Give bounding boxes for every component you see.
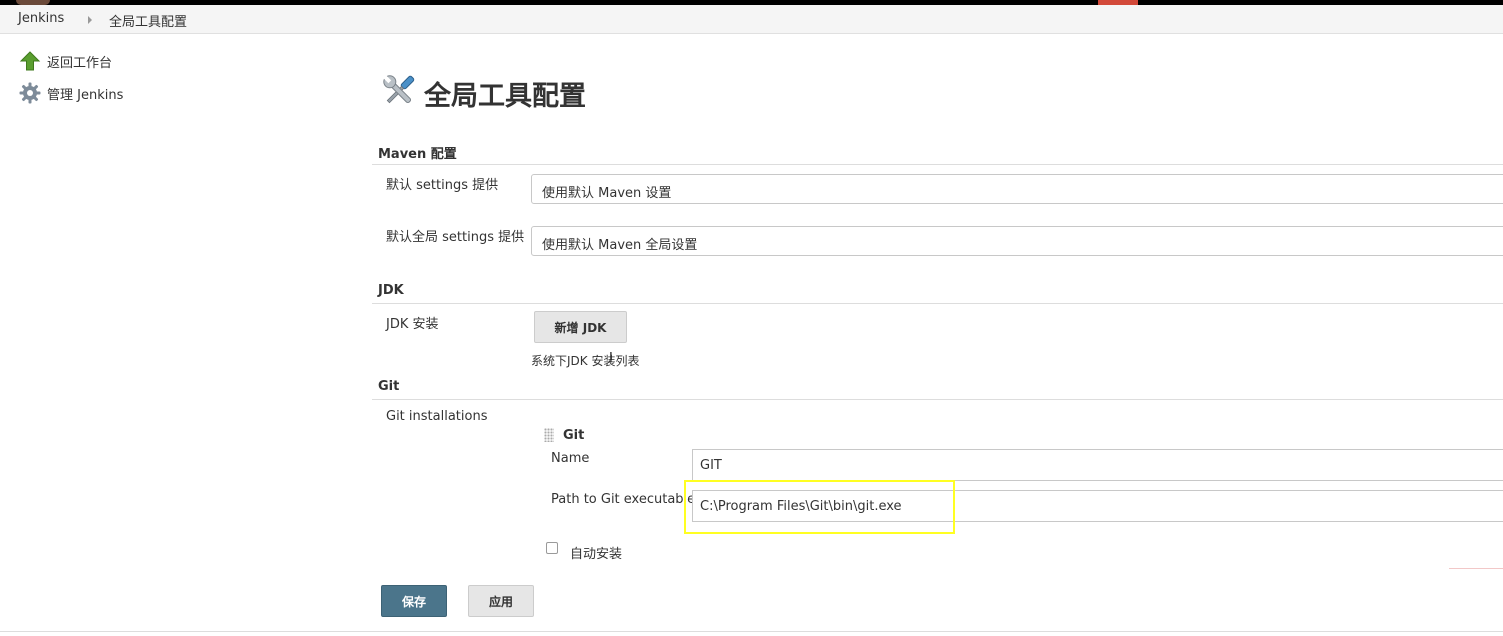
git-path-input[interactable] — [692, 490, 1503, 522]
add-jdk-button[interactable]: 新增 JDK — [534, 311, 627, 343]
maven-section-header: Maven 配置 — [378, 147, 457, 162]
maven-global-settings-select[interactable]: 使用默认 Maven 全局设置 — [531, 226, 1503, 256]
jdk-section-header: JDK — [378, 283, 404, 298]
tools-icon — [378, 70, 420, 116]
maven-section-divider — [372, 164, 1503, 165]
save-button[interactable]: 保存 — [381, 585, 447, 617]
jdk-install-label: JDK 安装 — [386, 317, 439, 332]
edge-divider — [1449, 568, 1503, 569]
page-title: 全局工具配置 — [424, 80, 586, 112]
maven-global-settings-label: 默认全局 settings 提供 — [386, 230, 525, 245]
sidebar-item-label: 返回工作台 — [47, 55, 113, 71]
jdk-section-divider — [372, 303, 1503, 304]
git-entry-title: Git — [563, 428, 585, 443]
drag-handle-icon[interactable] — [544, 428, 554, 442]
git-name-input[interactable] — [692, 449, 1503, 481]
maven-settings-select[interactable]: 使用默认 Maven 设置 — [531, 174, 1503, 204]
auto-install-checkbox[interactable] — [546, 542, 558, 554]
auto-install-label: 自动安装 — [570, 547, 623, 562]
git-name-label: Name — [551, 451, 590, 466]
breadcrumb-jenkins-link[interactable]: Jenkins — [18, 11, 64, 26]
breadcrumb-current[interactable]: 全局工具配置 — [109, 11, 187, 30]
sidebar-item-manage-jenkins[interactable]: 管理 Jenkins — [18, 81, 123, 105]
apply-button[interactable]: 应用 — [468, 585, 534, 617]
footer-divider — [0, 631, 1503, 632]
git-section-header: Git — [378, 379, 400, 394]
sidebar-item-back-to-dashboard[interactable]: 返回工作台 — [18, 49, 112, 73]
page-header: 全局工具配置 — [378, 70, 586, 116]
gear-icon — [18, 81, 42, 105]
breadcrumb-separator-icon[interactable] — [88, 16, 92, 24]
sidebar-item-label: 管理 Jenkins — [47, 87, 124, 103]
git-path-label: Path to Git executable — [551, 492, 696, 507]
git-installations-label: Git installations — [386, 409, 488, 424]
git-section-divider — [372, 399, 1503, 400]
maven-settings-label: 默认 settings 提供 — [386, 178, 499, 193]
text-cursor-icon: I — [609, 351, 613, 366]
up-arrow-icon — [18, 49, 42, 73]
jdk-description: 系统下JDK 安装列表 — [531, 354, 640, 368]
breadcrumb: Jenkins 全局工具配置 — [0, 5, 1503, 34]
